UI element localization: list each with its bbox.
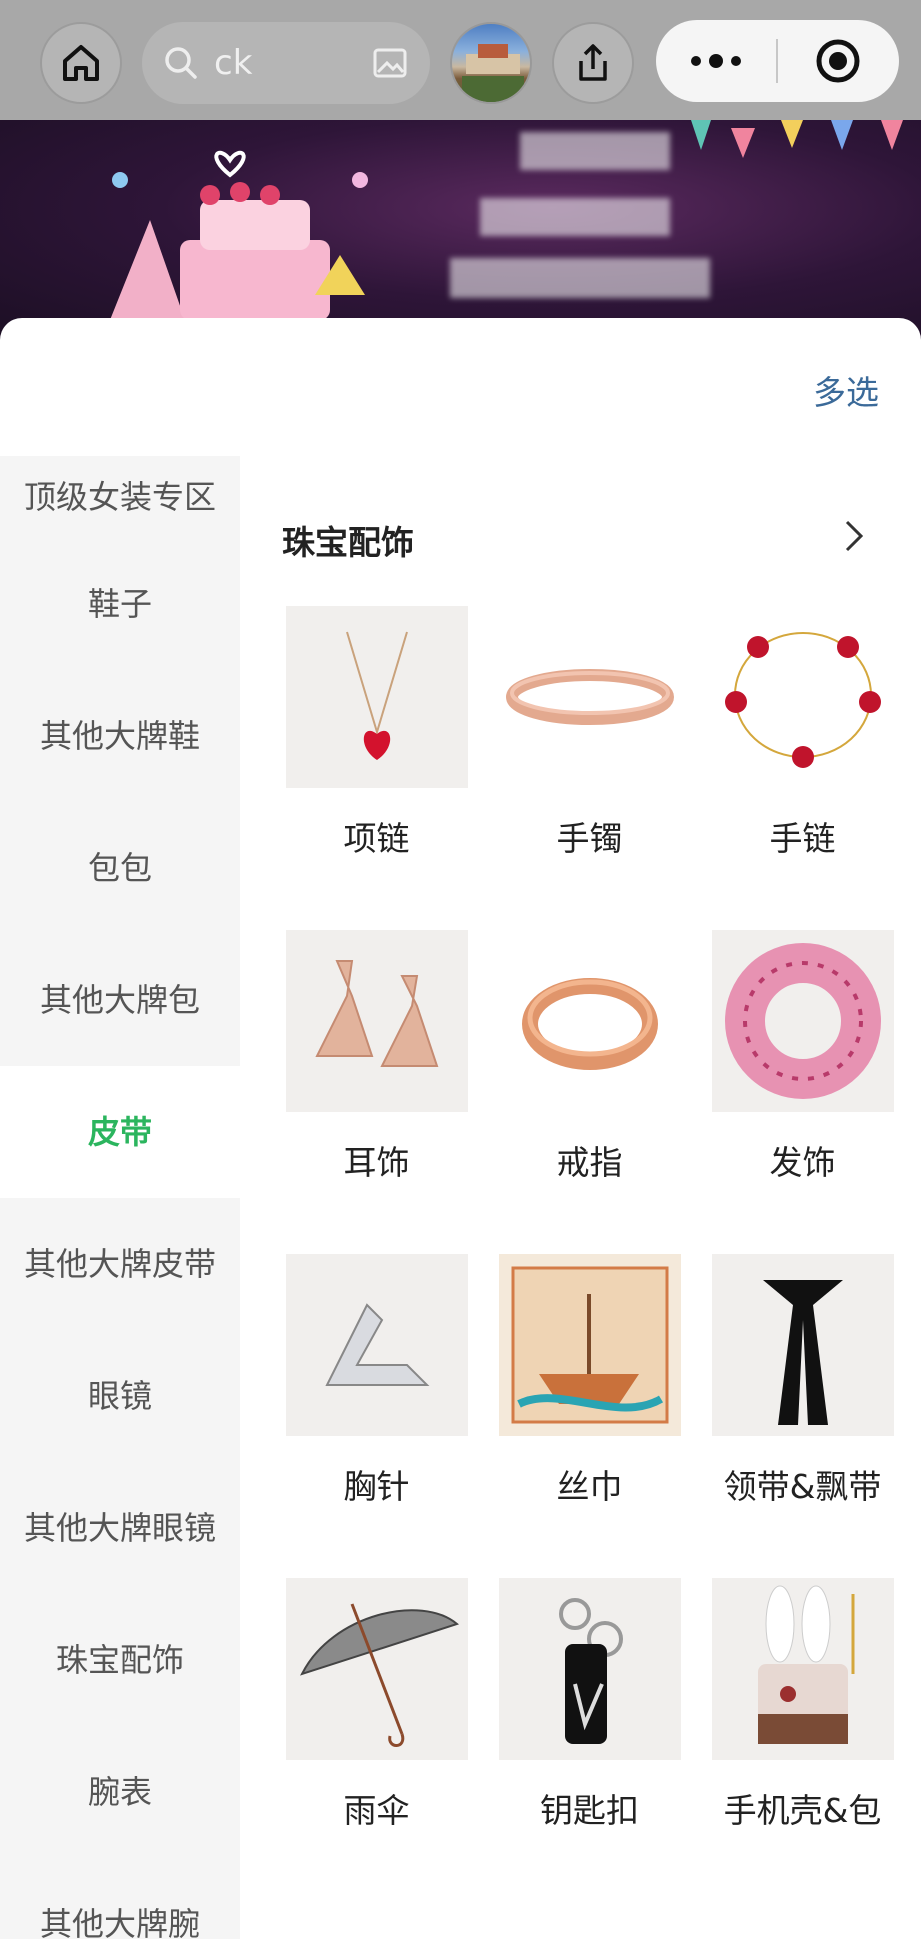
- phone-case-image: [711, 1578, 894, 1760]
- category-label: 手链: [769, 819, 836, 858]
- category-label: 手镯: [556, 819, 623, 858]
- category-item[interactable]: 戒指: [483, 930, 696, 1184]
- share-button[interactable]: [552, 22, 634, 104]
- category-item[interactable]: 手机壳&包: [696, 1578, 909, 1832]
- sidebar-item-active[interactable]: 皮带: [0, 1066, 240, 1198]
- chevron-right-icon[interactable]: [835, 518, 871, 554]
- category-sidebar[interactable]: 顶级女装专区 鞋子 其他大牌鞋 包包 其他大牌包 皮带 其他大牌皮带 眼镜 其他…: [0, 456, 240, 1939]
- category-item[interactable]: 胸针: [270, 1254, 483, 1508]
- category-label: 雨伞: [343, 1791, 410, 1830]
- sidebar-item[interactable]: 珠宝配饰: [0, 1594, 240, 1726]
- search-input[interactable]: ck: [214, 43, 252, 83]
- sidebar-item[interactable]: 其他大牌腕: [0, 1858, 240, 1939]
- sidebar-item[interactable]: 腕表: [0, 1726, 240, 1858]
- necklace-image: [285, 606, 468, 788]
- category-item[interactable]: 手链: [696, 606, 909, 860]
- sidebar-item[interactable]: 其他大牌眼镜: [0, 1462, 240, 1594]
- close-mini-program-button[interactable]: [778, 37, 898, 85]
- umbrella-image: [285, 1578, 468, 1760]
- top-navigation-bar: ck: [0, 0, 921, 120]
- bracelet-image: [711, 606, 894, 788]
- more-button[interactable]: [656, 53, 776, 69]
- home-button[interactable]: [40, 22, 122, 104]
- category-label: 戒指: [556, 1143, 623, 1182]
- category-label: 发饰: [769, 1143, 836, 1182]
- category-item[interactable]: 发饰: [696, 930, 909, 1184]
- category-content: 珠宝配饰 项链 手镯 手链 耳饰 戒指 发饰 胸针 丝巾 领带&飘带 雨伞 钥匙…: [240, 456, 921, 1939]
- category-item[interactable]: 耳饰: [270, 930, 483, 1184]
- search-icon: [165, 47, 197, 79]
- category-label: 项链: [343, 819, 410, 858]
- scrunchie-image: [711, 930, 894, 1112]
- category-item[interactable]: 钥匙扣: [483, 1578, 696, 1832]
- silk-scarf-image: [498, 1254, 681, 1436]
- category-item[interactable]: 领带&飘带: [696, 1254, 909, 1508]
- sidebar-item[interactable]: 包包: [0, 802, 240, 934]
- blurred-text: [480, 198, 670, 236]
- sidebar-item[interactable]: 其他大牌皮带: [0, 1198, 240, 1330]
- category-item[interactable]: 项链: [270, 606, 483, 860]
- category-label: 胸针: [343, 1467, 410, 1506]
- section-title: 珠宝配饰: [282, 523, 414, 562]
- more-dots-icon: [691, 54, 741, 68]
- brooch-image: [285, 1254, 468, 1436]
- earrings-image: [285, 930, 468, 1112]
- ring-image: [498, 930, 681, 1112]
- category-label: 耳饰: [343, 1143, 410, 1182]
- blurred-text: [520, 132, 670, 170]
- promo-banner[interactable]: [0, 120, 921, 340]
- birthday-cake-illustration: [110, 150, 368, 320]
- category-item[interactable]: 丝巾: [483, 1254, 696, 1508]
- category-label: 丝巾: [556, 1467, 623, 1506]
- category-item[interactable]: 手镯: [483, 606, 696, 860]
- avatar[interactable]: [450, 22, 532, 104]
- sidebar-item[interactable]: 其他大牌鞋: [0, 670, 240, 802]
- home-icon: [63, 45, 99, 81]
- sidebar-item[interactable]: 鞋子: [0, 538, 240, 670]
- share-icon: [579, 44, 607, 81]
- category-item[interactable]: 雨伞: [270, 1578, 483, 1832]
- bangle-image: [498, 606, 681, 788]
- sidebar-item[interactable]: 眼镜: [0, 1330, 240, 1462]
- blurred-text: [450, 258, 710, 298]
- sidebar-item[interactable]: 顶级女装专区: [0, 456, 240, 538]
- category-label: 领带&飘带: [723, 1467, 882, 1506]
- bunting-decoration: [691, 120, 903, 158]
- tie-image: [711, 1254, 894, 1436]
- multi-select-button[interactable]: 多选: [813, 366, 879, 414]
- target-close-icon: [816, 39, 860, 83]
- sidebar-item[interactable]: 其他大牌包: [0, 934, 240, 1066]
- keychain-image: [498, 1578, 681, 1760]
- category-sheet: 多选 顶级女装专区 鞋子 其他大牌鞋 包包 其他大牌包 皮带 其他大牌皮带 眼镜…: [0, 318, 921, 1939]
- category-label: 手机壳&包: [723, 1791, 882, 1830]
- category-label: 钥匙扣: [540, 1791, 639, 1830]
- search-bar[interactable]: ck: [142, 22, 430, 104]
- mini-program-capsule: [656, 20, 899, 102]
- image-search-icon[interactable]: [372, 45, 408, 81]
